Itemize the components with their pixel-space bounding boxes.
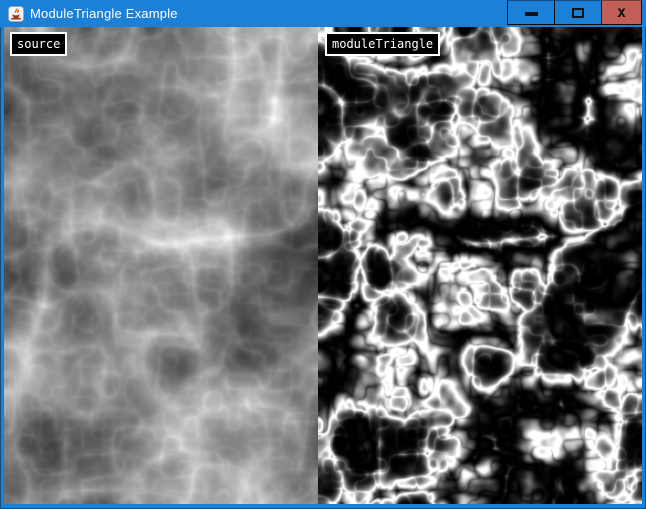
maximize-icon — [572, 8, 584, 18]
minimize-button[interactable] — [507, 0, 554, 25]
close-button[interactable]: x — [601, 0, 642, 25]
maximize-button[interactable] — [554, 0, 601, 25]
source-label: source — [10, 32, 67, 56]
titlebar[interactable]: ModuleTriangle Example x — [0, 0, 646, 27]
java-app-icon[interactable] — [8, 6, 24, 22]
panel-moduletriangle: moduleTriangle — [318, 27, 642, 504]
moduletriangle-label: moduleTriangle — [325, 32, 440, 56]
window-title: ModuleTriangle Example — [30, 6, 178, 21]
minimize-icon — [525, 12, 538, 16]
app-window: ModuleTriangle Example x source moduleTr… — [0, 0, 646, 509]
close-icon: x — [617, 5, 626, 20]
moduletriangle-noise-image — [318, 27, 642, 504]
content-area: source moduleTriangle — [4, 27, 642, 504]
window-controls: x — [507, 0, 642, 25]
panel-source: source — [4, 27, 318, 504]
source-noise-image — [4, 27, 318, 504]
